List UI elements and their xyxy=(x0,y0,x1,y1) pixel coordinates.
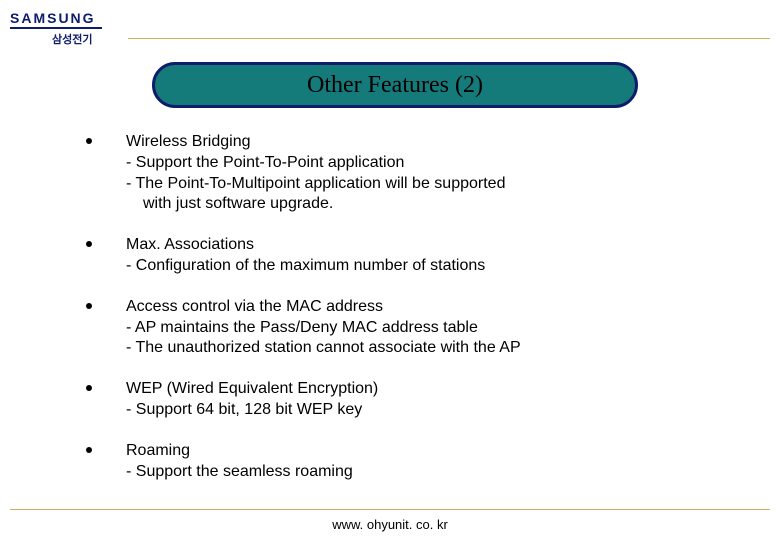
bullet-item: Max. Associations - Configuration of the… xyxy=(86,235,706,277)
bullet-item: Access control via the MAC address - AP … xyxy=(86,297,706,359)
slide-title-pill: Other Features (2) xyxy=(152,62,638,108)
bullet-icon xyxy=(86,241,92,247)
bullet-item: Roaming - Support the seamless roaming xyxy=(86,441,706,483)
bullet-sub: - Support the seamless roaming xyxy=(126,462,706,483)
bullet-sub: - Configuration of the maximum number of… xyxy=(126,256,706,277)
header: SAMSUNG 삼성전기 xyxy=(10,10,770,47)
bullet-icon xyxy=(86,138,92,144)
bullet-sub: - Support 64 bit, 128 bit WEP key xyxy=(126,400,706,421)
bullet-heading: WEP (Wired Equivalent Encryption) xyxy=(126,379,706,400)
bullet-sub: - AP maintains the Pass/Deny MAC address… xyxy=(126,318,706,339)
bullet-heading: Wireless Bridging xyxy=(126,132,706,153)
footer-url: www. ohyunit. co. kr xyxy=(0,517,780,532)
slide-title: Other Features (2) xyxy=(307,72,483,98)
bullet-sub: - Support the Point-To-Point application xyxy=(126,153,706,174)
bullet-icon xyxy=(86,385,92,391)
bullet-heading: Access control via the MAC address xyxy=(126,297,706,318)
bullet-icon xyxy=(86,447,92,453)
brand-sub: 삼성전기 xyxy=(10,29,102,47)
header-divider xyxy=(128,38,770,39)
bullet-icon xyxy=(86,303,92,309)
footer-divider xyxy=(10,509,770,510)
bullet-item: WEP (Wired Equivalent Encryption) - Supp… xyxy=(86,379,706,421)
slide: SAMSUNG 삼성전기 Other Features (2) Wireless… xyxy=(0,0,780,540)
brand-name: SAMSUNG xyxy=(10,10,102,29)
bullet-sub: - The unauthorized station cannot associ… xyxy=(126,338,706,359)
brand-logo: SAMSUNG 삼성전기 xyxy=(10,10,102,47)
bullet-heading: Max. Associations xyxy=(126,235,706,256)
bullet-sub: - The Point-To-Multipoint application wi… xyxy=(126,174,706,195)
bullet-heading: Roaming xyxy=(126,441,706,462)
bullet-sub: with just software upgrade. xyxy=(126,194,706,215)
bullet-item: Wireless Bridging - Support the Point-To… xyxy=(86,132,706,215)
slide-content: Wireless Bridging - Support the Point-To… xyxy=(86,132,706,502)
